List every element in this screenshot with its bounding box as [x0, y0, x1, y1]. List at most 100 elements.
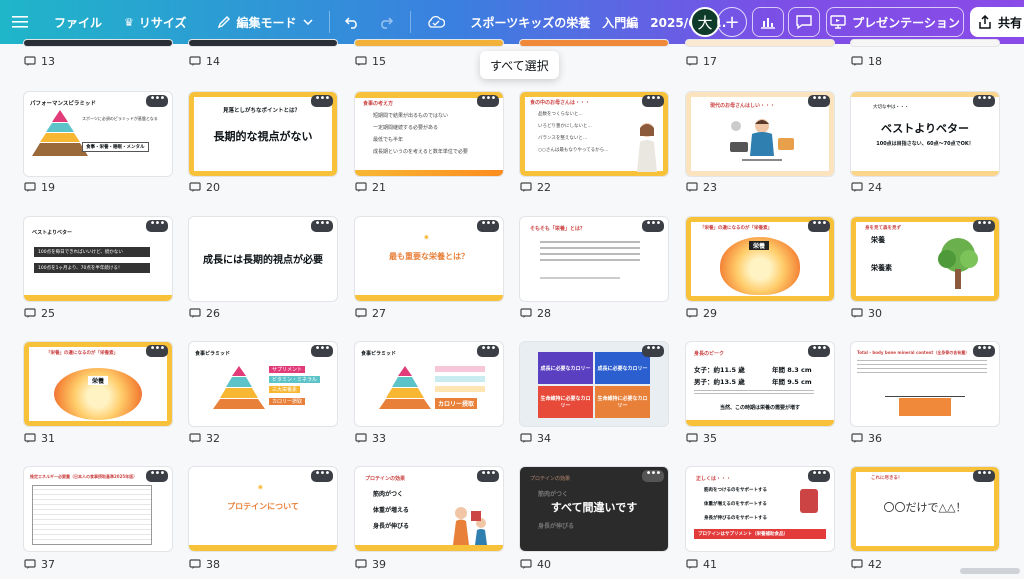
- slide-thumbnail-19[interactable]: ••• パフォーマンスピラミッド スポーツに必須のピラミッドが基盤となる 食事・…: [24, 92, 172, 176]
- slide-line-2: 100点を1ヶ月より、70点を半年続ける！: [34, 263, 150, 273]
- slide-thumbnail-34[interactable]: ••• 成長に必要なカロリー 成長に必要なカロリー 生命維持に必要なカロリー 生…: [520, 342, 668, 426]
- speaker-notes-icon: [686, 433, 698, 443]
- slide-number: 17: [686, 55, 717, 68]
- slide-thumbnail-30[interactable]: ••• 身を見て森を見ず 栄養 栄養素: [851, 217, 999, 301]
- slide-thumbnail-24[interactable]: ••• 大切な中は・・・ ベストよりベター 100点は目指さない、60点〜70点…: [851, 92, 999, 176]
- more-options-button[interactable]: •••: [808, 344, 830, 357]
- slide-thumbnail-27[interactable]: ••• ✷ 最も重要な栄養とは？: [355, 217, 503, 301]
- slide-title: プロテインの効果: [530, 476, 571, 482]
- slide-title: パフォーマンスピラミッド: [30, 101, 96, 107]
- slide-thumbnail-26[interactable]: ••• 成長には長期的視点が必要: [189, 217, 337, 301]
- slide-thumbnail-22[interactable]: ••• 食の中のお母さんは・・・ 品数をつくらないと... いろどり豊かにしない…: [520, 92, 668, 176]
- more-options-button[interactable]: •••: [146, 219, 168, 232]
- more-options-button[interactable]: •••: [311, 469, 333, 482]
- slide-thumbnail-32[interactable]: ••• 食事ピラミッド サプリメント ビタミン・ミネラル 三大栄養素 カロリー摂…: [189, 342, 337, 426]
- more-options-button[interactable]: •••: [808, 94, 830, 107]
- more-options-button[interactable]: •••: [311, 344, 333, 357]
- more-options-button[interactable]: •••: [973, 469, 995, 482]
- slide-thumbnail-37[interactable]: ••• 推定エネルギー必要量（日本人の食事摂取基準2025年版）: [24, 467, 172, 551]
- add-collaborator-button[interactable]: +: [717, 7, 747, 37]
- speaker-notes-icon: [520, 559, 532, 569]
- slide-thumbnail-28[interactable]: ••• そもそも「栄養」とは？: [520, 217, 668, 301]
- slide-thumbnail-21[interactable]: ••• 食事の考え方 短期間で結果が出るものではない 一定期間継続する必要がある…: [355, 92, 503, 176]
- share-icon: [979, 15, 991, 29]
- slide-number: 35: [686, 432, 717, 445]
- undo-button[interactable]: [330, 0, 368, 44]
- more-options-button[interactable]: •••: [477, 219, 499, 232]
- plus-icon: +: [724, 11, 740, 33]
- girl-age: 女子：約11.5 歳: [694, 366, 745, 374]
- speech-bubble-icon: [796, 15, 812, 30]
- slide-thumbnail[interactable]: [24, 40, 172, 46]
- redo-button[interactable]: [368, 0, 402, 44]
- slide-thumbnail-25[interactable]: ••• ベストよりベター 100点を毎日できればいいけど、続かない 100点を1…: [24, 217, 172, 301]
- more-options-button[interactable]: •••: [642, 94, 664, 107]
- more-options-button[interactable]: •••: [146, 94, 168, 107]
- slide-bullet: 体重が増える: [373, 507, 409, 514]
- comment-button[interactable]: [788, 7, 820, 37]
- slide-title: 大切な中は・・・: [873, 105, 909, 110]
- slide-thumbnail-42[interactable]: ••• これに尽きる！ 〇〇だけで△△！: [851, 467, 999, 551]
- resize-button[interactable]: ♛ リサイズ: [110, 0, 195, 44]
- slide-thumbnail-29[interactable]: ••• 「栄養」の違になるのが「栄養素」 栄養: [686, 217, 834, 301]
- slide-bullet: 一定期間継続する必要がある: [373, 125, 439, 131]
- edit-mode-dropdown[interactable]: 編集モード: [195, 0, 321, 44]
- slide-bullet: ○○さんは最もなりやってるから...: [538, 148, 609, 153]
- more-options-button[interactable]: •••: [642, 219, 664, 232]
- more-options-button[interactable]: •••: [477, 344, 499, 357]
- slide-thumbnail-20[interactable]: ••• 見落としがちなポイントとは？ 長期的な視点がない: [189, 92, 337, 176]
- crown-icon: ♛: [124, 15, 134, 29]
- pyramid-level-blank: [435, 386, 485, 392]
- more-options-button[interactable]: •••: [973, 94, 995, 107]
- slide-thumbnail-33[interactable]: ••• 食事ピラミッド カロリー摂取: [355, 342, 503, 426]
- cloud-check-icon: [427, 15, 445, 28]
- more-options-button[interactable]: •••: [808, 469, 830, 482]
- slide-thumbnail-35[interactable]: ••• 身長のピーク 女子：約11.5 歳 年間 8.3 cm 男子：約13.5…: [686, 342, 834, 426]
- slide-thumbnail-41[interactable]: ••• 正しくは・・・ 筋肉をつけるのをサポートする 体重が増えるのをサポートす…: [686, 467, 834, 551]
- slide-thumbnail[interactable]: [189, 40, 337, 46]
- more-options-button[interactable]: •••: [973, 219, 995, 232]
- more-options-button[interactable]: •••: [642, 469, 664, 482]
- share-button[interactable]: 共有: [970, 7, 1024, 37]
- more-options-button[interactable]: •••: [642, 344, 664, 357]
- speaker-notes-icon: [520, 433, 532, 443]
- more-options-button[interactable]: •••: [146, 344, 168, 357]
- more-options-button[interactable]: •••: [477, 469, 499, 482]
- insights-button[interactable]: [752, 7, 784, 37]
- menu-button[interactable]: [0, 0, 36, 44]
- slide-thumbnail-40[interactable]: ••• プロテインの効果 筋肉がつく 身長が伸びる すべて間違いです: [520, 467, 668, 551]
- avatar[interactable]: 大: [690, 7, 720, 37]
- slide-thumbnail-23[interactable]: ••• 現代のお母さんはしい・・・: [686, 92, 834, 176]
- pyramid-level: 三大栄養素: [269, 386, 301, 393]
- slide-thumbnail[interactable]: [355, 40, 503, 46]
- save-status-button[interactable]: [411, 0, 453, 44]
- horizontal-scrollbar[interactable]: [960, 568, 1020, 574]
- more-options-button[interactable]: •••: [477, 94, 499, 107]
- hamburger-icon: [12, 16, 28, 28]
- more-options-button[interactable]: •••: [973, 344, 995, 357]
- slide-thumbnail[interactable]: [686, 40, 834, 46]
- slide-thumbnail-39[interactable]: ••• プロテインの効果 筋肉がつく 体重が増える 身長が伸びる: [355, 467, 503, 551]
- slide-thumbnail[interactable]: [520, 40, 668, 46]
- speaker-notes-icon: [355, 559, 367, 569]
- slide-thumbnail-36[interactable]: ••• Total - body bone mineral content（全身…: [851, 342, 999, 426]
- slide-thumbnail-38[interactable]: ••• ✷ プロテインについて: [189, 467, 337, 551]
- speaker-notes-icon: [355, 433, 367, 443]
- more-options-button[interactable]: •••: [311, 219, 333, 232]
- speaker-notes-icon: [851, 56, 863, 66]
- slide-footer: プロテインはサプリメント（栄養補助食品）: [694, 529, 826, 539]
- present-button[interactable]: プレゼンテーション: [826, 7, 964, 37]
- slide-thumbnail[interactable]: [851, 40, 999, 46]
- more-options-button[interactable]: •••: [146, 469, 168, 482]
- speaker-notes-icon: [189, 56, 201, 66]
- slide-bullet: バランスを整えないと...: [538, 136, 588, 141]
- speaker-notes-icon: [520, 182, 532, 192]
- speaker-notes-icon: [686, 308, 698, 318]
- file-menu[interactable]: ファイル: [36, 0, 110, 44]
- slide-bullet: 身長が伸びる: [538, 523, 575, 530]
- slide-thumbnail-31[interactable]: ••• 「栄養」の違になるのが「栄養素」 栄養: [24, 342, 172, 426]
- more-options-button[interactable]: •••: [808, 219, 830, 232]
- more-options-button[interactable]: •••: [311, 94, 333, 107]
- speaker-notes-icon: [686, 182, 698, 192]
- slide-title: ベストよりベター: [32, 230, 73, 236]
